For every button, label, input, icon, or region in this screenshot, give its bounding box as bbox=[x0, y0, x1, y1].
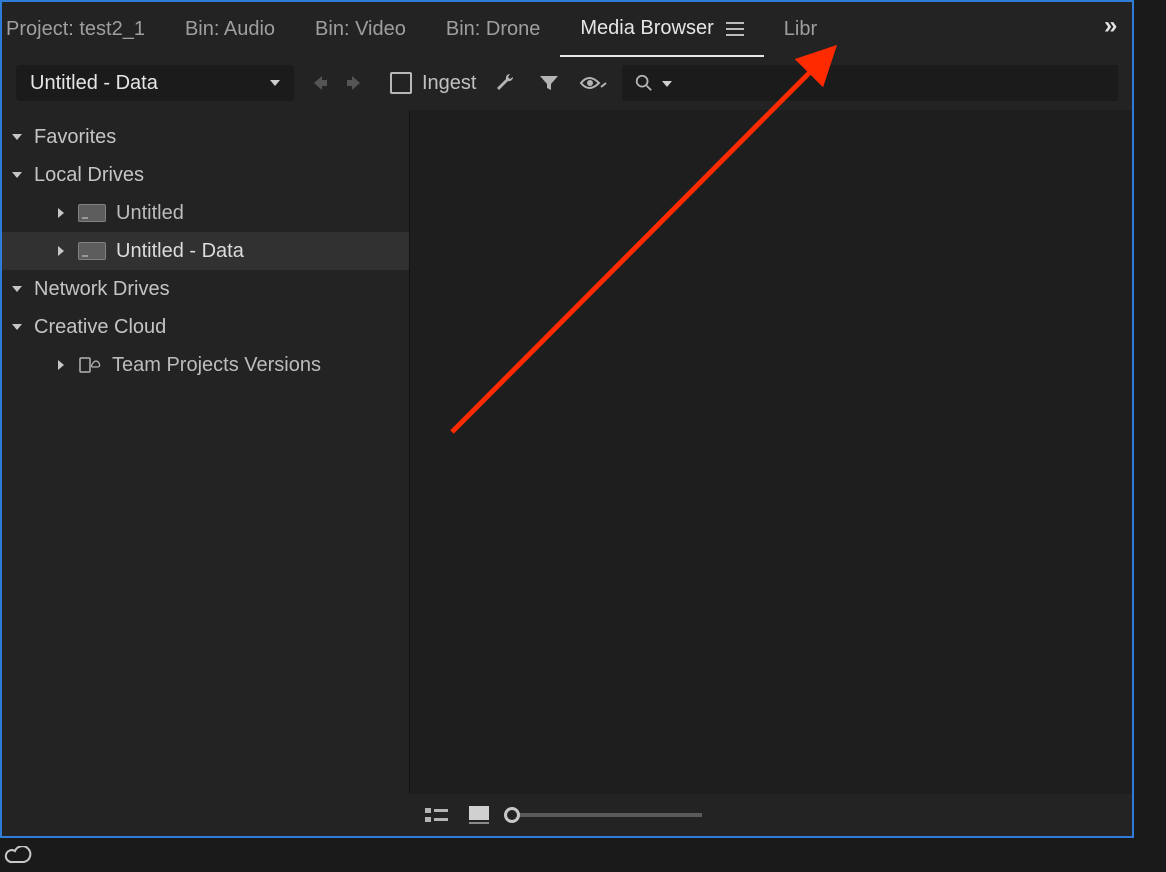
chevron-right-icon bbox=[54, 246, 68, 256]
media-browser-sidebar[interactable]: Favorites Local Drives Untitled Untitled… bbox=[2, 110, 410, 794]
zoom-slider-thumb[interactable] bbox=[504, 807, 520, 823]
media-browser-toolbar: Untitled - Data Ingest bbox=[2, 56, 1132, 110]
chevron-down-icon bbox=[10, 134, 24, 140]
creative-cloud-badge[interactable] bbox=[2, 842, 34, 870]
tabs-overflow-button[interactable]: » bbox=[1104, 12, 1166, 40]
chevron-down-icon bbox=[10, 324, 24, 330]
panel-tab-bar: Project: test2_1 Bin: Audio Bin: Video B… bbox=[2, 2, 1132, 56]
section-label: Network Drives bbox=[34, 278, 170, 301]
device-cloud-icon bbox=[78, 356, 102, 374]
file-type-toggle-button[interactable] bbox=[578, 68, 608, 98]
arrow-left-icon bbox=[309, 73, 329, 93]
nav-back-button[interactable] bbox=[308, 72, 330, 94]
tab-project[interactable]: Project: test2_1 bbox=[6, 2, 165, 56]
tab-bin-video[interactable]: Bin: Video bbox=[295, 2, 426, 56]
search-field[interactable] bbox=[622, 65, 1118, 101]
arrow-right-icon bbox=[345, 73, 365, 93]
ingest-settings-button[interactable] bbox=[490, 68, 520, 98]
chevron-right-icon bbox=[54, 208, 68, 218]
tab-media-browser-label: Media Browser bbox=[580, 17, 713, 40]
sidebar-section-local-drives[interactable]: Local Drives bbox=[2, 156, 409, 194]
thumbnail-view-button[interactable] bbox=[464, 804, 494, 826]
sidebar-section-network-drives[interactable]: Network Drives bbox=[2, 270, 409, 308]
panel-menu-icon[interactable] bbox=[726, 22, 744, 36]
search-icon bbox=[634, 72, 654, 94]
sidebar-section-favorites[interactable]: Favorites bbox=[2, 118, 409, 156]
chevron-right-icon bbox=[54, 360, 68, 370]
ingest-label: Ingest bbox=[422, 72, 476, 95]
chevron-down-icon bbox=[270, 80, 280, 86]
drive-icon bbox=[78, 242, 106, 260]
sidebar-section-creative-cloud[interactable]: Creative Cloud bbox=[2, 308, 409, 346]
sidebar-item-team-projects-versions[interactable]: Team Projects Versions bbox=[2, 346, 409, 384]
search-input[interactable] bbox=[680, 73, 1106, 94]
media-browser-content[interactable] bbox=[410, 110, 1132, 794]
wrench-icon bbox=[493, 71, 517, 95]
tab-libraries[interactable]: Libr bbox=[764, 2, 817, 56]
thumbnail-icon bbox=[469, 806, 489, 824]
creative-cloud-icon bbox=[4, 846, 32, 866]
drive-icon bbox=[78, 204, 106, 222]
ingest-checkbox[interactable]: Ingest bbox=[390, 72, 476, 95]
section-label: Creative Cloud bbox=[34, 316, 166, 339]
eye-icon bbox=[579, 73, 607, 93]
drive-label: Untitled bbox=[116, 202, 184, 225]
panel-body: Favorites Local Drives Untitled Untitled… bbox=[2, 110, 1132, 794]
tab-bin-drone[interactable]: Bin: Drone bbox=[426, 2, 561, 56]
chevron-down-icon bbox=[10, 286, 24, 292]
zoom-slider[interactable] bbox=[512, 813, 702, 817]
list-view-button[interactable] bbox=[422, 804, 452, 826]
chevron-down-icon bbox=[662, 81, 672, 87]
tab-bin-audio[interactable]: Bin: Audio bbox=[165, 2, 295, 56]
checkbox-icon bbox=[390, 72, 412, 94]
sidebar-drive-untitled[interactable]: Untitled bbox=[2, 194, 409, 232]
filter-button[interactable] bbox=[534, 68, 564, 98]
funnel-icon bbox=[538, 72, 560, 94]
current-path-dropdown[interactable]: Untitled - Data bbox=[16, 65, 294, 101]
list-icon bbox=[425, 806, 449, 824]
nav-forward-button[interactable] bbox=[344, 72, 366, 94]
chevron-down-icon bbox=[10, 172, 24, 178]
item-label: Team Projects Versions bbox=[112, 354, 321, 377]
media-browser-panel: Project: test2_1 Bin: Audio Bin: Video B… bbox=[0, 0, 1134, 838]
media-browser-footer bbox=[2, 794, 1132, 836]
tab-media-browser[interactable]: Media Browser bbox=[560, 3, 763, 57]
section-label: Local Drives bbox=[34, 164, 144, 187]
current-path-label: Untitled - Data bbox=[30, 72, 158, 95]
section-label: Favorites bbox=[34, 126, 116, 149]
drive-label: Untitled - Data bbox=[116, 240, 244, 263]
sidebar-drive-untitled-data[interactable]: Untitled - Data bbox=[2, 232, 409, 270]
search-dropdown-caret[interactable] bbox=[662, 74, 672, 92]
